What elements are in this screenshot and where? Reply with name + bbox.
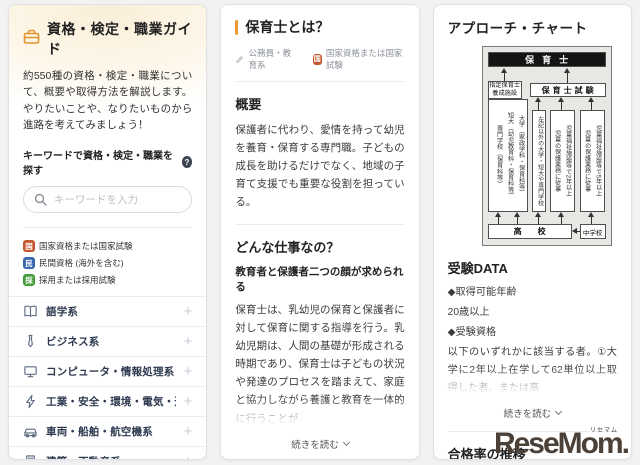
arrow-up-icon <box>557 212 565 224</box>
arrow-up-icon <box>587 212 595 224</box>
search-label: キーワードで資格・検定・職業を探す <box>23 151 173 178</box>
article-panel: 保育士とは？ 公務員・教育系 国 国家資格または国家試験 概要 保護者に代わり、… <box>220 4 420 460</box>
category-tag[interactable]: 公務員・教育系 <box>235 47 298 71</box>
category-list: 語学系 + ビジネス系 + コンピュータ・情報処理系 + 工業・安全・環境・電気… <box>9 296 207 459</box>
legend-item-national: 国 国家資格または国家試験 <box>23 240 133 253</box>
qualification-tag[interactable]: 国 国家資格または国家試験 <box>312 47 405 71</box>
legend-label: 採用または採用試験 <box>39 275 116 286</box>
category-row-architecture[interactable]: 建築・不動産系 + <box>9 446 207 459</box>
arrow-up-icon <box>563 68 571 83</box>
chevron-down-icon <box>555 408 563 416</box>
exam-age-label: ◆取得可能年齢 <box>447 287 517 298</box>
expand-icon[interactable]: + <box>184 364 193 379</box>
arrow-up-icon <box>557 97 565 110</box>
expand-icon[interactable]: + <box>184 394 193 409</box>
chart-facility-box: 指定保育士養成施設 <box>487 81 522 99</box>
exam-qualification-value: 以下のいずれかに該当する者。①大学に2年以上在学して62単位以上取得した者、また… <box>447 344 618 397</box>
expand-icon[interactable]: + <box>184 334 193 349</box>
read-more-link[interactable]: 続きを読む <box>448 397 617 431</box>
page-title: 資格・検定・職業ガイド <box>47 21 192 57</box>
page: 資格・検定・職業ガイド 約550種の資格・検定・職業について、概要や取得方法を解… <box>0 0 640 465</box>
help-icon[interactable]: ? <box>181 156 193 169</box>
necktie-icon <box>23 334 38 349</box>
national-badge: 国 <box>23 240 35 253</box>
search-icon <box>34 193 47 206</box>
hiring-badge: 採 <box>23 274 35 287</box>
national-badge: 国 <box>312 53 322 65</box>
arrow-left-icon <box>571 228 580 235</box>
guide-header: 資格・検定・職業ガイド 約550種の資格・検定・職業について、概要や取得方法を解… <box>9 5 207 146</box>
bolt-icon <box>23 394 38 409</box>
search-section: キーワードで資格・検定・職業を探す ? <box>9 145 206 214</box>
chart-route-other-school: 左記以外の大学・短大や専門学校 <box>531 110 546 212</box>
category-label: 工業・安全・環境・電気・通信系 <box>46 396 176 409</box>
approach-panel: アプローチ・チャート 保育士 指定保育士養成施設 保育士試験 大学（家政学科・保… <box>432 4 632 460</box>
legend-item-hiring: 採 採用または採用試験 <box>23 274 116 287</box>
section-heading: 概要 <box>235 97 262 112</box>
building-icon <box>23 454 38 459</box>
section-subheading: 教育者と保護者二つの顔が求められる <box>235 266 404 294</box>
exam-age-value: 20歳以上 <box>447 306 490 318</box>
resemom-logo: リセマム ReseMom. <box>494 428 630 459</box>
category-row-industry[interactable]: 工業・安全・環境・電気・通信系 + <box>9 386 207 416</box>
approach-chart: 保育士 指定保育士養成施設 保育士試験 大学（家政学科・保育科等） 短大（幼児教… <box>481 46 612 246</box>
legend-label: 国家資格または国家試験 <box>39 241 133 252</box>
guide-intro: 約550種の資格・検定・職業について、概要や取得方法を解説します。やりたいことや… <box>23 70 193 131</box>
search-box[interactable] <box>23 186 193 214</box>
chart-highschool-box: 高 校 <box>487 224 572 239</box>
read-more-link[interactable]: 続きを読む <box>235 428 404 459</box>
arrow-up-icon <box>500 68 508 81</box>
arrow-up-icon <box>534 97 542 110</box>
book-icon <box>23 304 38 319</box>
title-accent-bar <box>235 19 239 35</box>
arrow-up-icon <box>587 97 595 110</box>
category-label: コンピュータ・情報処理系 <box>46 366 175 379</box>
section-heading: どんな仕事なの？ <box>235 240 340 256</box>
search-input[interactable] <box>54 193 189 206</box>
legend-label: 民間資格 (海外を含む) <box>39 258 124 269</box>
category-row-computer[interactable]: コンピュータ・情報処理系 + <box>9 356 207 386</box>
category-row-vehicles[interactable]: 車両・船舶・航空機系 + <box>9 416 207 446</box>
legend-item-private: 民 民間資格 (海外を含む) <box>23 257 124 270</box>
section-heading: 受験DATA <box>447 261 508 276</box>
section-body: 保護者に代わり、愛情を持って幼児を養育・保育する専門職。子どもの成長を助けるだけ… <box>235 124 405 209</box>
category-label: 語学系 <box>46 306 79 319</box>
chart-route-work-2years: 児童福祉施設等で2年以上 児童の保護業務に従事 <box>549 110 575 212</box>
chart-exam-box: 保育士試験 <box>529 83 606 97</box>
section-overview: 概要 保護者に代わり、愛情を持って幼児を養育・保育する専門職。子どもの成長を助け… <box>221 82 418 211</box>
arrow-up-icon <box>534 212 542 224</box>
section-job: どんな仕事なの？ 教育者と保護者二つの顔が求められる 保育士は、乳幼児の保育と保… <box>221 225 418 459</box>
section-exam-data: 受験DATA ◆取得可能年齢 20歳以上 ◆受験資格 以下のいずれかに該当する者… <box>434 246 631 431</box>
chart-route-work-5years: 児童福祉施設等で5年以上 児童の保護業務に従事 <box>579 110 605 212</box>
chevron-down-icon <box>342 438 350 446</box>
private-badge: 民 <box>23 257 35 270</box>
car-icon <box>23 424 38 439</box>
approach-title: アプローチ・チャート <box>447 21 588 36</box>
guide-panel: 資格・検定・職業ガイド 約550種の資格・検定・職業について、概要や取得方法を解… <box>8 4 208 460</box>
pencil-icon <box>236 55 244 63</box>
article-title: 保育士とは？ <box>245 19 330 35</box>
category-label: 建築・不動産系 <box>46 454 176 459</box>
chart-juniorhigh-box: 中学校 <box>579 224 606 239</box>
category-row-languages[interactable]: 語学系 + <box>9 296 207 326</box>
article-tags: 公務員・教育系 国 国家資格または国家試験 <box>235 47 405 82</box>
legend: 国 国家資格または国家試験 民 民間資格 (海外を含む) 採 採用または採用試験 <box>23 227 193 287</box>
arrow-up-icon <box>513 212 521 224</box>
category-row-business[interactable]: ビジネス系 + <box>9 326 207 356</box>
category-label: 車両・船舶・航空機系 <box>46 426 153 439</box>
arrow-up-icon <box>494 212 502 224</box>
expand-icon[interactable]: + <box>184 454 193 459</box>
expand-icon[interactable]: + <box>184 304 193 319</box>
chart-goal-box: 保育士 <box>487 52 606 67</box>
category-label: ビジネス系 <box>46 336 100 349</box>
exam-qualification-label: ◆受験資格 <box>447 326 497 338</box>
briefcase-icon <box>23 29 40 50</box>
expand-icon[interactable]: + <box>184 424 193 439</box>
computer-icon <box>23 364 38 379</box>
chart-route-schools: 大学（家政学科・保育科等） 短大（幼児教育科・保育科等） 専門学校（保育科等） <box>487 99 528 212</box>
section-body: 保育士は、乳幼児の保育と保護者に対して保育に関する指導を行う。乳幼児期は、人間の… <box>235 301 405 428</box>
resemom-ruby: リセマム <box>589 428 618 434</box>
